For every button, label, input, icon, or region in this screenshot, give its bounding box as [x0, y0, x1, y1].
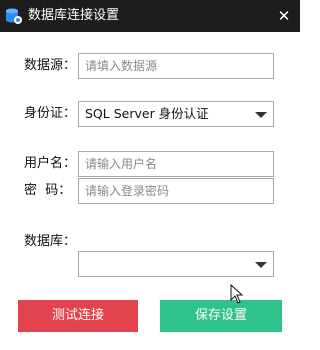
username-input[interactable] [78, 151, 274, 177]
auth-label: 身份证： [24, 106, 77, 121]
database-select[interactable] [78, 251, 274, 277]
username-label: 用户名： [24, 156, 77, 171]
test-connection-button[interactable]: 测试连接 [18, 300, 138, 332]
database-label: 数据库： [24, 234, 77, 249]
mouse-cursor-icon [230, 284, 244, 304]
auth-select-value: SQL Server 身份认证 [85, 106, 209, 121]
datasource-label: 数据源： [24, 58, 77, 73]
auth-select[interactable]: SQL Server 身份认证 [78, 101, 274, 127]
window-title: 数据库连接设置 [28, 8, 120, 23]
database-settings-icon [6, 8, 22, 24]
close-icon[interactable]: ✕ [276, 7, 292, 25]
dropdown-arrow-icon [255, 262, 267, 268]
save-settings-button[interactable]: 保存设置 [160, 300, 282, 332]
title-bar: 数据库连接设置 ✕ [0, 0, 300, 32]
dropdown-arrow-icon [255, 112, 267, 118]
password-input[interactable] [78, 178, 274, 204]
datasource-input[interactable] [78, 53, 274, 79]
password-label: 密 码： [24, 183, 72, 198]
